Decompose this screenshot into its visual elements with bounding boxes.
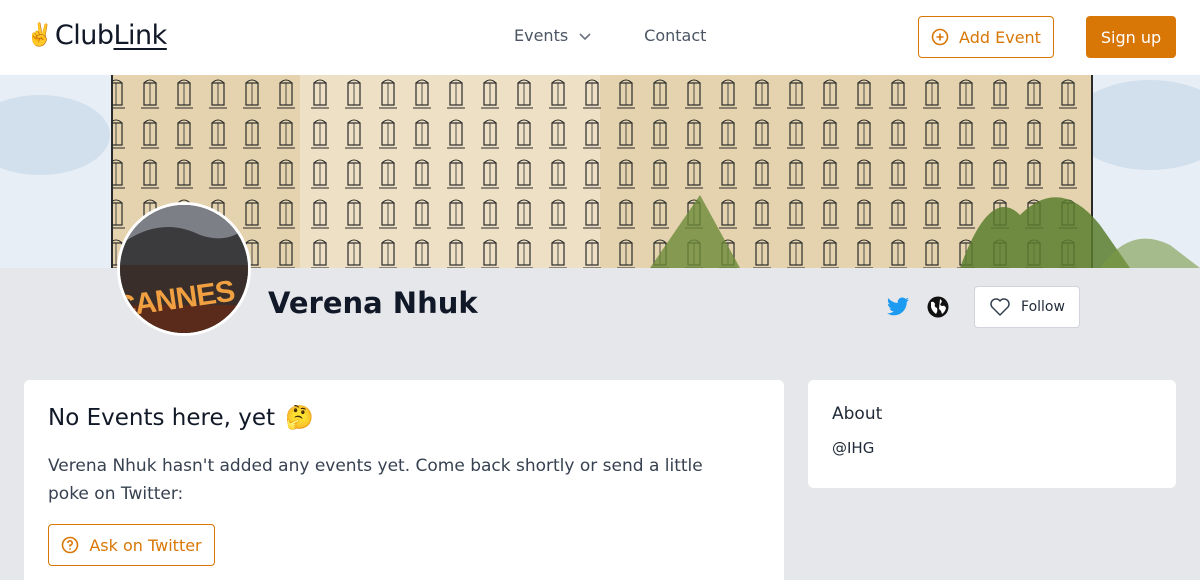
clublink-logo[interactable]: ✌️ Club Link xyxy=(26,20,167,51)
thinking-face-icon: 🤔 xyxy=(285,405,314,431)
add-event-button[interactable]: Add Event xyxy=(918,16,1054,58)
events-card: No Events here, yet 🤔 Verena Nhuk hasn't… xyxy=(24,380,784,580)
profile-name: Verena Nhuk xyxy=(268,286,478,320)
main-nav: Events Contact xyxy=(514,26,706,45)
add-event-label: Add Event xyxy=(959,27,1041,47)
victory-hand-icon: ✌️ xyxy=(26,23,53,48)
plus-circle-icon xyxy=(931,28,949,46)
nav-events-label: Events xyxy=(514,26,569,45)
logo-prefix: Club xyxy=(54,20,114,51)
events-card-title-text: No Events here, yet xyxy=(48,404,276,431)
ask-on-twitter-label: Ask on Twitter xyxy=(89,535,202,555)
ask-on-twitter-button[interactable]: Ask on Twitter xyxy=(48,524,215,566)
chevron-down-icon xyxy=(579,32,591,40)
top-navbar: ✌️ Club Link Events Contact Add Event Sig… xyxy=(0,0,1200,75)
nav-contact-link[interactable]: Contact xyxy=(644,26,706,45)
follow-label: Follow xyxy=(1021,299,1065,315)
follow-button[interactable]: Follow xyxy=(974,286,1080,328)
heart-icon xyxy=(990,298,1010,316)
about-title: About xyxy=(832,404,883,424)
logo-suffix: Link xyxy=(113,20,168,51)
profile-avatar: CANNES xyxy=(117,202,251,336)
about-card: About @IHG xyxy=(808,380,1176,488)
globe-icon[interactable] xyxy=(926,295,950,319)
events-card-title: No Events here, yet 🤔 xyxy=(48,404,314,432)
about-handle: @IHG xyxy=(832,439,875,457)
events-empty-message: Verena Nhuk hasn't added any events yet.… xyxy=(48,456,703,504)
nav-events-dropdown[interactable]: Events xyxy=(514,26,592,45)
question-circle-icon xyxy=(62,536,79,554)
twitter-icon[interactable] xyxy=(886,295,910,319)
sign-up-button[interactable]: Sign up xyxy=(1086,16,1176,58)
